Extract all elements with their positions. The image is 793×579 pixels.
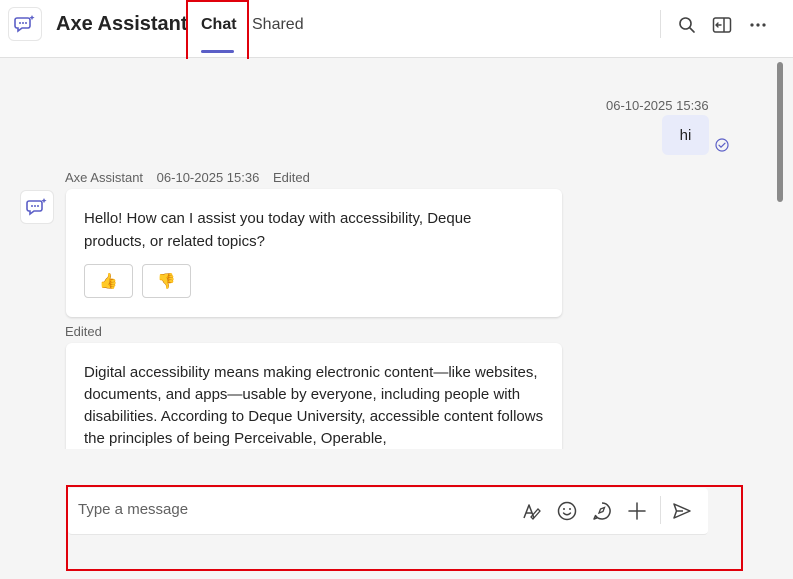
thumbs-down-icon[interactable]: 👎 [142,264,191,298]
outgoing-message[interactable]: hi [662,115,709,155]
app-title: Axe Assistant [56,13,188,35]
scrollbar[interactable] [777,62,783,202]
compose-highlight [66,485,743,571]
copilot-chat-icon[interactable] [8,7,42,41]
message-timestamp: 06-10-2025 15:36 [156,170,260,185]
search-icon[interactable] [675,13,699,37]
message-text: Hello! How can I assist you today with a… [84,210,472,250]
message-text: Digital accessibility means making elect… [84,364,544,447]
chat-tab-highlight [186,0,249,64]
read-check-icon [715,138,729,152]
incoming-message[interactable]: Hello! How can I assist you today with a… [66,189,562,317]
edited-label: Edited [65,324,102,339]
message-meta: Axe Assistant 06-10-2025 15:36 Edited [65,170,320,185]
sender-name: Axe Assistant [65,170,144,185]
popout-icon[interactable] [710,13,734,37]
more-icon[interactable] [746,13,770,37]
thumbs-up-icon[interactable]: 👍 [84,264,133,298]
message-timestamp: 06-10-2025 15:36 [606,98,709,113]
tab-shared[interactable]: Shared [252,16,304,34]
message-text: hi [679,126,692,144]
chat-header: Axe Assistant Chat Shared [0,0,793,64]
header-divider [660,10,661,38]
bot-avatar[interactable] [20,190,54,224]
app-window: Axe Assistant Chat Shared 06-10-2025 15:… [0,0,793,579]
edited-label: Edited [272,170,310,185]
